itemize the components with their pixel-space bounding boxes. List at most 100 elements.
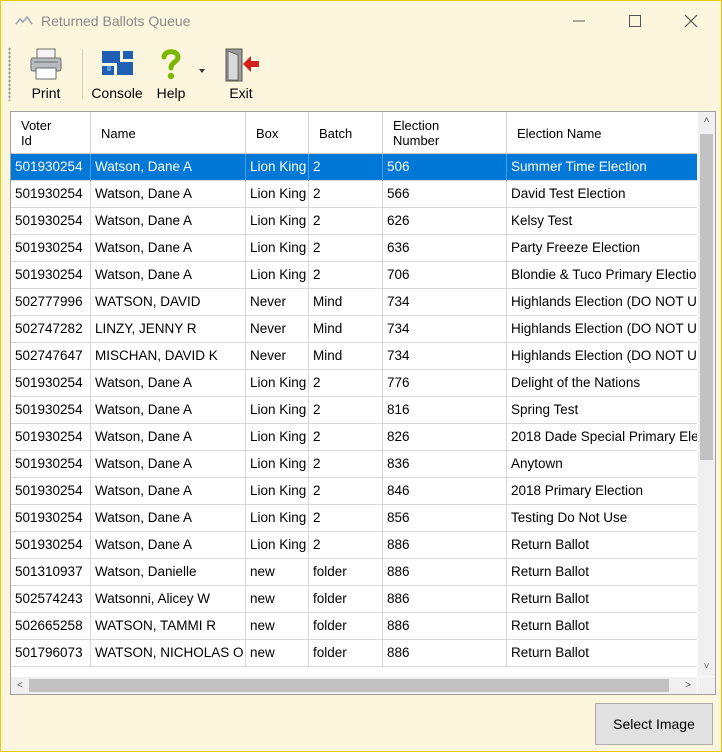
exit-button[interactable]: Exit: [219, 45, 263, 103]
cell-name[interactable]: Watson, Dane A: [91, 262, 246, 289]
cell-name[interactable]: Watson, Dane A: [91, 424, 246, 451]
column-header-box[interactable]: Box: [246, 112, 309, 153]
scroll-right-icon[interactable]: >: [679, 677, 697, 694]
cell-name[interactable]: Watsonni, Alicey W: [91, 586, 246, 613]
vertical-scrollbar[interactable]: ˄ ˅: [698, 112, 715, 676]
column-header-election-number[interactable]: Election Number: [383, 112, 507, 153]
cell-election-name[interactable]: Return Ballot: [507, 532, 697, 559]
cell-box[interactable]: new: [246, 640, 309, 667]
cell-box[interactable]: Lion King: [246, 505, 309, 532]
cell-election-number[interactable]: 886: [383, 640, 507, 667]
ballots-grid[interactable]: Voter Id Name Box Batch Election Number …: [10, 111, 716, 695]
column-header-election-name[interactable]: Election Name: [507, 112, 697, 153]
table-row[interactable]: 501930254 Watson, Dane A Lion King 2 816 Spri…: [11, 397, 697, 424]
cell-election-name[interactable]: Party Freeze Election: [507, 235, 697, 262]
cell-name[interactable]: WATSON, DAVID: [91, 289, 246, 316]
cell-batch[interactable]: 2: [309, 262, 383, 289]
cell-batch[interactable]: folder: [309, 586, 383, 613]
cell-voter-id[interactable]: 501930254: [11, 370, 91, 397]
cell-box[interactable]: Lion King: [246, 181, 309, 208]
cell-name[interactable]: Watson, Dane A: [91, 208, 246, 235]
cell-box[interactable]: Lion King: [246, 397, 309, 424]
column-header-batch[interactable]: Batch: [309, 112, 383, 153]
cell-name[interactable]: Watson, Dane A: [91, 397, 246, 424]
console-button[interactable]: Console: [88, 45, 146, 103]
cell-election-number[interactable]: 886: [383, 613, 507, 640]
toolbar-grip[interactable]: [8, 47, 11, 101]
table-row[interactable]: 501930254 Watson, Dane A Lion King 2 566 Davi…: [11, 181, 697, 208]
cell-box[interactable]: new: [246, 559, 309, 586]
cell-election-number[interactable]: 836: [383, 451, 507, 478]
cell-name[interactable]: WATSON, TAMMI R: [91, 613, 246, 640]
cell-name[interactable]: LINZY, JENNY R: [91, 316, 246, 343]
table-row[interactable]: 502777996 WATSON, DAVID Never Mind 734 Highla…: [11, 289, 697, 316]
cell-batch[interactable]: Mind: [309, 343, 383, 370]
table-row[interactable]: 501930254 Watson, Dane A Lion King 2 846 2018…: [11, 478, 697, 505]
cell-box[interactable]: Lion King: [246, 478, 309, 505]
cell-election-name[interactable]: Kelsy Test: [507, 208, 697, 235]
cell-election-name[interactable]: Highlands Election (DO NOT USE): [507, 316, 697, 343]
cell-voter-id[interactable]: 502665258: [11, 613, 91, 640]
cell-election-name[interactable]: Return Ballot: [507, 640, 697, 667]
cell-election-name[interactable]: Anytown: [507, 451, 697, 478]
cell-box[interactable]: Never: [246, 343, 309, 370]
cell-batch[interactable]: 2: [309, 397, 383, 424]
cell-batch[interactable]: folder: [309, 640, 383, 667]
cell-box[interactable]: Lion King: [246, 154, 309, 181]
print-button[interactable]: Print: [21, 45, 71, 103]
cell-election-number[interactable]: 826: [383, 424, 507, 451]
close-icon[interactable]: [681, 11, 701, 31]
cell-batch[interactable]: Mind: [309, 316, 383, 343]
cell-election-number[interactable]: 886: [383, 532, 507, 559]
table-row[interactable]: 501310937 Watson, Danielle new folder 886 Ret…: [11, 559, 697, 586]
cell-election-number[interactable]: 776: [383, 370, 507, 397]
cell-box[interactable]: Lion King: [246, 208, 309, 235]
cell-name[interactable]: MISCHAN, DAVID K: [91, 343, 246, 370]
cell-voter-id[interactable]: 501930254: [11, 181, 91, 208]
cell-voter-id[interactable]: 501930254: [11, 451, 91, 478]
vertical-scroll-thumb[interactable]: [700, 134, 713, 460]
cell-batch[interactable]: folder: [309, 613, 383, 640]
horizontal-scroll-thumb[interactable]: [29, 679, 669, 692]
cell-election-name[interactable]: Summer Time Election: [507, 154, 697, 181]
cell-batch[interactable]: 2: [309, 154, 383, 181]
table-row[interactable]: 501930254 Watson, Dane A Lion King 2 506 Summ…: [11, 154, 697, 181]
cell-election-number[interactable]: 636: [383, 235, 507, 262]
table-row[interactable]: 501930254 Watson, Dane A Lion King 2 706 Blon…: [11, 262, 697, 289]
cell-election-number[interactable]: 706: [383, 262, 507, 289]
cell-election-number[interactable]: 886: [383, 586, 507, 613]
cell-name[interactable]: Watson, Dane A: [91, 451, 246, 478]
cell-election-number[interactable]: 566: [383, 181, 507, 208]
cell-box[interactable]: Lion King: [246, 424, 309, 451]
cell-election-name[interactable]: Delight of the Nations: [507, 370, 697, 397]
cell-name[interactable]: Watson, Dane A: [91, 505, 246, 532]
cell-voter-id[interactable]: 501796073: [11, 640, 91, 667]
cell-voter-id[interactable]: 501930254: [11, 397, 91, 424]
cell-election-number[interactable]: 856: [383, 505, 507, 532]
cell-election-number[interactable]: 734: [383, 343, 507, 370]
cell-batch[interactable]: 2: [309, 451, 383, 478]
select-image-button[interactable]: Select Image: [595, 703, 713, 745]
cell-voter-id[interactable]: 501930254: [11, 424, 91, 451]
cell-election-number[interactable]: 816: [383, 397, 507, 424]
cell-name[interactable]: Watson, Dane A: [91, 532, 246, 559]
cell-voter-id[interactable]: 501930254: [11, 262, 91, 289]
table-row[interactable]: 501930254 Watson, Dane A Lion King 2 856 Test…: [11, 505, 697, 532]
table-row[interactable]: 501930254 Watson, Dane A Lion King 2 776 Deli…: [11, 370, 697, 397]
cell-election-number[interactable]: 734: [383, 289, 507, 316]
cell-batch[interactable]: Mind: [309, 289, 383, 316]
cell-box[interactable]: Never: [246, 316, 309, 343]
cell-voter-id[interactable]: 502777996: [11, 289, 91, 316]
cell-election-name[interactable]: Testing Do Not Use: [507, 505, 697, 532]
horizontal-scrollbar[interactable]: < >: [11, 677, 697, 694]
cell-box[interactable]: Lion King: [246, 370, 309, 397]
cell-voter-id[interactable]: 501930254: [11, 235, 91, 262]
cell-voter-id[interactable]: 502747647: [11, 343, 91, 370]
cell-election-number[interactable]: 626: [383, 208, 507, 235]
cell-election-name[interactable]: Highlands Election (DO NOT USE): [507, 343, 697, 370]
cell-name[interactable]: Watson, Dane A: [91, 181, 246, 208]
cell-election-name[interactable]: Blondie & Tuco Primary Election: [507, 262, 697, 289]
table-row[interactable]: 501930254 Watson, Dane A Lion King 2 836 Anyt…: [11, 451, 697, 478]
cell-batch[interactable]: 2: [309, 424, 383, 451]
table-row[interactable]: 501930254 Watson, Dane A Lion King 2 636 Part…: [11, 235, 697, 262]
